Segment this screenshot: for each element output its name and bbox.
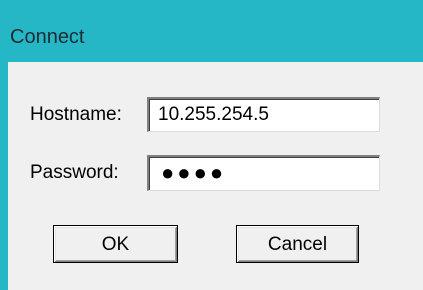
hostname-input[interactable]: 10.255.254.5 xyxy=(147,97,380,132)
ok-button-label: OK xyxy=(101,234,130,255)
password-label: Password: xyxy=(30,162,119,183)
cancel-button-label: Cancel xyxy=(267,234,328,255)
password-mask: ●●●● xyxy=(161,160,227,185)
ok-button[interactable]: OK xyxy=(53,225,178,263)
window-title: Connect xyxy=(10,26,85,48)
window-frame-left xyxy=(0,62,8,290)
cancel-button[interactable]: Cancel xyxy=(236,225,359,263)
hostname-value: 10.255.254.5 xyxy=(158,104,269,125)
title-bar[interactable]: Connect xyxy=(0,0,423,62)
password-input[interactable]: ●●●● xyxy=(147,155,380,191)
hostname-label: Hostname: xyxy=(30,104,122,125)
connect-dialog: Connect Hostname: 10.255.254.5 Password:… xyxy=(0,0,423,290)
